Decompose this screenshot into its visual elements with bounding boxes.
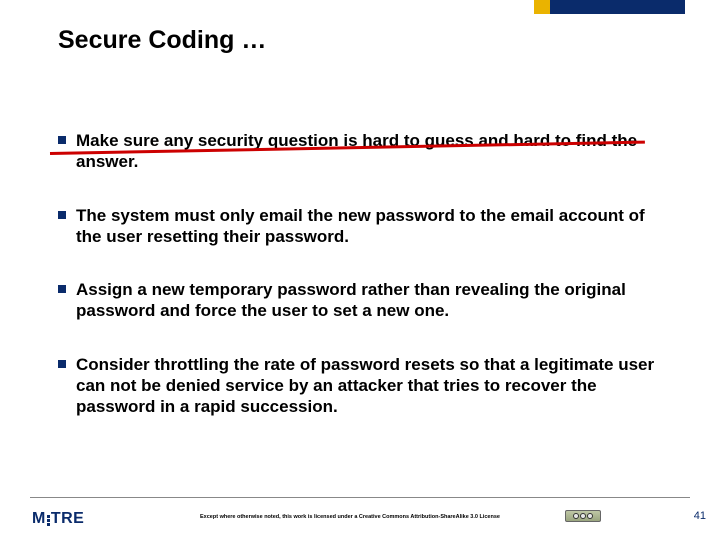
page-number: 41 — [694, 510, 706, 522]
bullet-icon — [58, 136, 66, 144]
slide-title: Secure Coding … — [58, 26, 266, 55]
bullet-text: The system must only email the new passw… — [76, 205, 660, 248]
list-item: The system must only email the new passw… — [58, 205, 660, 248]
license-text: Except where otherwise noted, this work … — [200, 514, 500, 520]
mitre-logo: MTRE — [32, 510, 84, 528]
bullet-text: Assign a new temporary password rather t… — [76, 279, 660, 322]
accent-navy-bar — [550, 0, 685, 14]
top-accent-bars — [534, 0, 685, 14]
bullet-list: Make sure any security question is hard … — [58, 130, 660, 449]
accent-yellow-bar — [534, 0, 550, 14]
footer-divider — [30, 497, 690, 498]
bullet-icon — [58, 285, 66, 293]
list-item: Consider throttling the rate of password… — [58, 354, 660, 418]
bullet-text: Consider throttling the rate of password… — [76, 354, 660, 418]
bullet-icon — [58, 360, 66, 368]
bullet-icon — [58, 211, 66, 219]
cc-license-badge-icon — [565, 510, 601, 522]
list-item: Assign a new temporary password rather t… — [58, 279, 660, 322]
